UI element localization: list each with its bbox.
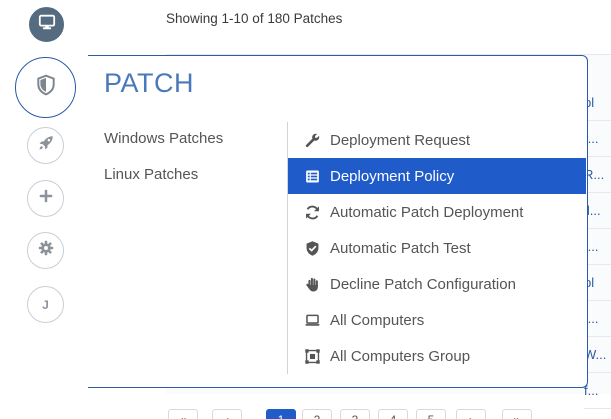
- menu-item-label: Deployment Policy: [330, 167, 455, 185]
- page-button-1[interactable]: 1: [266, 409, 296, 419]
- page-button-2[interactable]: 2: [302, 409, 332, 419]
- user-avatar[interactable]: J: [27, 286, 64, 323]
- menu-item-label: Decline Patch Configuration: [330, 275, 516, 293]
- shield-check-icon: [302, 239, 322, 257]
- table-row[interactable]: R...: [584, 157, 611, 193]
- page-button-5[interactable]: 5: [416, 409, 446, 419]
- table-row[interactable]: f...: [584, 301, 611, 337]
- gear-icon: [37, 239, 55, 262]
- prev-page-button[interactable]: ‹: [212, 409, 242, 419]
- page-button-3[interactable]: 3: [340, 409, 370, 419]
- computer-icon: [38, 13, 56, 36]
- table-row[interactable]: f...: [584, 229, 611, 265]
- page-header: [90, 0, 611, 54]
- shield-icon: [35, 74, 57, 101]
- patch-flyout-menu: PATCH Windows Patches Linux Patches Depl…: [88, 55, 588, 388]
- rail-item-computers[interactable]: [29, 7, 64, 42]
- group-icon: [302, 347, 322, 365]
- page-button-4[interactable]: 4: [378, 409, 408, 419]
- table-row[interactable]: pl: [584, 265, 611, 301]
- table-row[interactable]: W...: [584, 337, 611, 373]
- rail-item-patch[interactable]: [15, 57, 76, 118]
- next-page-button[interactable]: ›: [456, 409, 486, 419]
- plus-icon: [37, 187, 55, 210]
- last-page-button[interactable]: »: [502, 409, 532, 419]
- menu-item-automatic-patch-test[interactable]: Automatic Patch Test: [288, 230, 586, 266]
- flyout-title: PATCH: [104, 68, 194, 98]
- category-windows-patches[interactable]: Windows Patches: [104, 130, 223, 147]
- left-nav-rail: J: [0, 0, 90, 419]
- menu-item-label: All Computers Group: [330, 347, 471, 365]
- menu-item-deployment-request[interactable]: Deployment Request: [288, 122, 586, 158]
- menu-item-decline-patch-configuration[interactable]: Decline Patch Configuration: [288, 266, 586, 302]
- laptop-icon: [302, 311, 322, 329]
- rocket-icon: [37, 134, 55, 157]
- rail-item-deploy[interactable]: [27, 127, 64, 164]
- results-count: Showing 1-10 of 180 Patches: [166, 11, 343, 26]
- sync-icon: [302, 203, 322, 221]
- wrench-icon: [302, 131, 322, 149]
- menu-item-all-computers-group[interactable]: All Computers Group: [288, 338, 586, 374]
- rail-item-settings[interactable]: [27, 232, 64, 269]
- menu-item-label: Automatic Patch Test: [330, 239, 471, 257]
- first-page-button[interactable]: «: [168, 409, 198, 419]
- table-row[interactable]: r...: [584, 121, 611, 157]
- menu-item-label: Deployment Request: [330, 131, 471, 149]
- menu-item-deployment-policy[interactable]: Deployment Policy: [288, 158, 586, 194]
- table-row[interactable]: pl: [584, 85, 611, 121]
- table-row[interactable]: ll...: [584, 193, 611, 229]
- hand-icon: [302, 275, 322, 293]
- rail-item-add[interactable]: [27, 180, 64, 217]
- menu-item-label: All Computers: [330, 311, 425, 329]
- menu-item-label: Automatic Patch Deployment: [330, 203, 524, 221]
- menu-item-all-computers[interactable]: All Computers: [288, 302, 586, 338]
- menu-item-automatic-patch-deployment[interactable]: Automatic Patch Deployment: [288, 194, 586, 230]
- avatar-initial: J: [42, 297, 49, 312]
- table-row[interactable]: f...: [584, 373, 611, 409]
- category-linux-patches[interactable]: Linux Patches: [104, 166, 198, 183]
- list-icon: [302, 167, 322, 185]
